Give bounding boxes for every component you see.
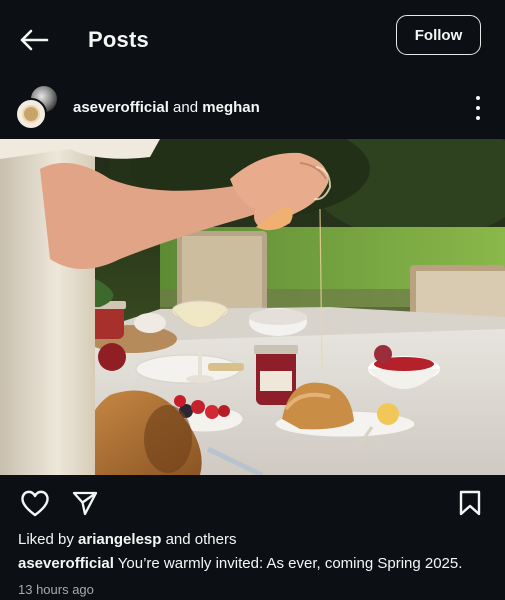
caption-username-link[interactable]: aseverofficial — [18, 555, 114, 572]
more-vertical-icon — [476, 96, 480, 100]
share-button[interactable] — [70, 488, 100, 518]
post-photo[interactable] — [0, 139, 505, 475]
likes-suffix[interactable]: and others — [161, 531, 237, 548]
send-icon — [72, 491, 98, 516]
top-bar: Posts Follow — [0, 0, 505, 80]
author-joiner: and — [168, 99, 203, 116]
liker-username-link[interactable]: ariangelesp — [78, 531, 161, 548]
more-options-button[interactable] — [468, 96, 488, 120]
post-actions — [0, 476, 505, 531]
avatar-primary — [15, 98, 47, 130]
likes-prefix: Liked by — [18, 531, 79, 548]
page-title: Posts — [88, 27, 149, 52]
follow-button[interactable]: Follow — [396, 15, 481, 55]
post-header: aseverofficial and meghan — [0, 82, 505, 138]
post-caption: aseverofficial You’re warmly invited: As… — [18, 555, 462, 572]
post-authors: aseverofficial and meghan — [73, 99, 260, 116]
author-primary-link[interactable]: aseverofficial — [73, 99, 169, 116]
arrow-left-icon — [20, 29, 49, 51]
heart-icon — [21, 490, 49, 517]
caption-text: You’re warmly invited: As ever, coming S… — [113, 555, 463, 572]
post-timestamp: 13 hours ago — [18, 582, 94, 597]
bookmark-icon — [459, 490, 481, 516]
author-avatars[interactable] — [15, 84, 63, 130]
save-button[interactable] — [455, 488, 485, 518]
likes-summary: Liked by ariangelesp and others — [18, 531, 236, 548]
back-button[interactable] — [18, 26, 50, 54]
author-secondary-link[interactable]: meghan — [202, 99, 260, 116]
like-button[interactable] — [20, 488, 50, 518]
